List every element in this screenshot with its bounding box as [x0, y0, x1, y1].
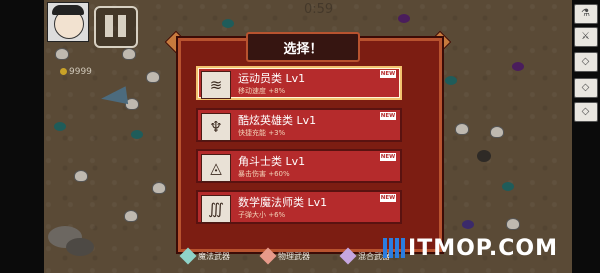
inventory-slot[interactable]: ◇: [574, 78, 598, 98]
card-desc: 暴击伤害 +60%: [238, 170, 290, 178]
enemy-chick: [152, 182, 166, 194]
shield-icon: ◇: [581, 56, 590, 67]
hero-mask-icon: ♆: [201, 113, 231, 141]
enemy-chick: [55, 48, 69, 60]
card-name: 数学魔法师类 Lv1: [238, 196, 328, 209]
upgrade-card-athlete[interactable]: ≋ 运动员类 Lv1 移动速度 +8% NEW: [196, 66, 402, 100]
sword-icon: ⚔: [581, 31, 590, 42]
card-desc: 快捷充能 +3%: [238, 129, 286, 137]
inventory-slot[interactable]: ◇: [574, 52, 598, 72]
left-letterbox: [0, 0, 44, 273]
enemy-chick: [490, 126, 504, 138]
math-wizard-icon: ∭: [201, 195, 231, 223]
coin-icon: [60, 68, 67, 75]
game-screen: 0:59 9999 ⚗ ⚔ ◇ ◇ ◇ 选择！ ≋ 运动员类 Lv1 移动速度 …: [0, 0, 600, 273]
watermark-logo-icon: [383, 238, 406, 258]
enemy-chick: [455, 123, 469, 135]
gladiator-helmet-icon: ◬: [201, 154, 231, 182]
rock: [66, 238, 94, 256]
dialog-title: 选择！: [283, 42, 323, 57]
card-name: 酷炫英雄类 Lv1: [238, 114, 317, 127]
enemy-chick: [122, 48, 136, 60]
empty-slot-icon: ◇: [581, 106, 590, 117]
inventory-slot[interactable]: ◇: [574, 102, 598, 122]
teal-gem: [222, 19, 234, 28]
coin-count: 9999: [69, 67, 92, 77]
card-desc: 移动速度 +8%: [238, 87, 286, 95]
card-desc: 子弹大小 +6%: [238, 211, 286, 219]
pause-button[interactable]: [94, 6, 138, 48]
direction-arrow: [99, 86, 129, 108]
player-avatar: [47, 2, 89, 42]
teal-gem: [54, 122, 66, 131]
teal-gem: [445, 76, 457, 85]
empty-slot-icon: ◇: [581, 82, 590, 93]
new-badge: NEW: [380, 194, 396, 202]
new-badge: NEW: [380, 153, 396, 161]
enemy-chick: [146, 71, 160, 83]
upgrade-card-hero[interactable]: ♆ 酷炫英雄类 Lv1 快捷充能 +3% NEW: [196, 108, 402, 142]
purple-gem: [398, 14, 410, 23]
avatar-hair: [52, 5, 84, 15]
runner-icon: ≋: [201, 71, 231, 99]
new-badge: NEW: [380, 112, 396, 120]
teal-gem: [502, 182, 514, 191]
coin-score: 9999: [60, 67, 92, 77]
enemy-chick: [74, 170, 88, 182]
purple-gem: [512, 62, 524, 71]
enemy-chick: [124, 210, 138, 222]
potion-icon: ⚗: [581, 8, 590, 19]
game-timer: 0:59: [304, 2, 334, 17]
card-name: 运动员类 Lv1: [238, 72, 306, 85]
teal-gem: [131, 130, 143, 139]
enemy-chick: [506, 218, 520, 230]
card-name: 角斗士类 Lv1: [238, 155, 306, 168]
upgrade-card-gladiator[interactable]: ◬ 角斗士类 Lv1 暴击伤害 +60% NEW: [196, 149, 402, 183]
inventory-slot[interactable]: ⚔: [574, 27, 598, 47]
new-badge: NEW: [380, 70, 396, 78]
dialog-title-plate: 选择！: [246, 32, 360, 62]
upgrade-card-math-wizard[interactable]: ∭ 数学魔法师类 Lv1 子弹大小 +6% NEW: [196, 190, 402, 224]
purple-gem: [462, 220, 474, 229]
inventory-slot[interactable]: ⚗: [574, 4, 598, 24]
watermark: ITMOP.COM: [383, 236, 558, 261]
rock: [477, 150, 491, 162]
